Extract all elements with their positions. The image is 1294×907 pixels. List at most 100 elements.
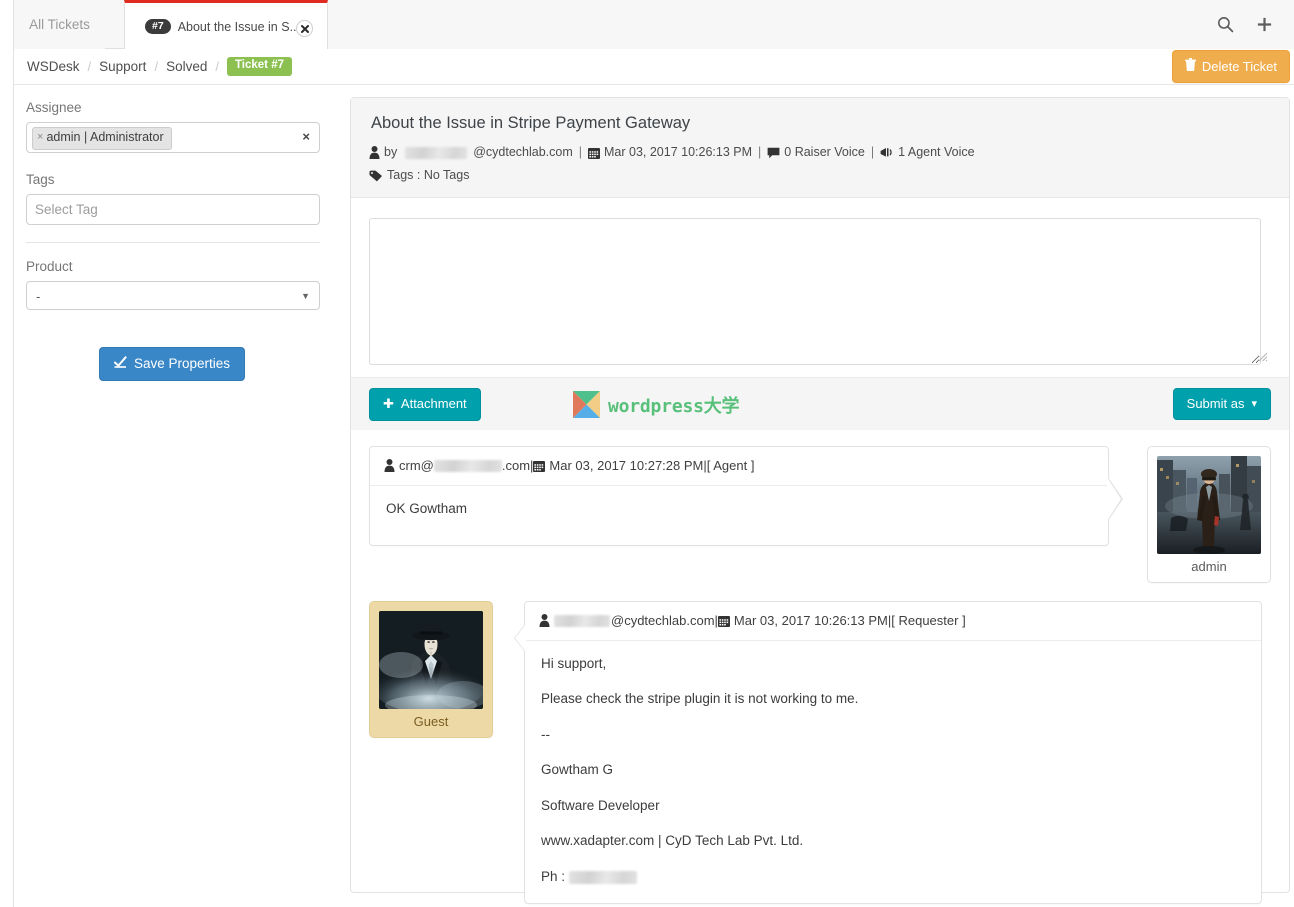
ticket-requester-email: @cydtechlab.com bbox=[473, 145, 573, 159]
sidebar-gap-1 bbox=[26, 153, 320, 172]
message-bubble-agent: crm@ .com | Mar 03, 2017 10:27:28 PM | [… bbox=[369, 446, 1123, 546]
phone-label: Ph : bbox=[541, 868, 569, 884]
user-icon bbox=[369, 146, 380, 159]
ticket-by-prefix: by bbox=[384, 145, 398, 159]
trash-icon bbox=[1184, 58, 1196, 74]
delete-ticket-label: Delete Ticket bbox=[1201, 58, 1277, 74]
delete-ticket-button[interactable]: Delete Ticket bbox=[1171, 50, 1290, 83]
breadcrumb-separator: / bbox=[154, 58, 159, 74]
tab-all-tickets[interactable]: All Tickets bbox=[14, 0, 105, 49]
tab-all-tickets-label: All Tickets bbox=[29, 17, 90, 32]
meta-separator: | bbox=[578, 145, 582, 159]
comment-icon bbox=[767, 147, 780, 159]
calendar-icon bbox=[717, 615, 730, 627]
submit-as-label: Submit as bbox=[1186, 396, 1245, 411]
breadcrumb-separator: / bbox=[215, 58, 219, 74]
plus-icon[interactable] bbox=[1256, 16, 1273, 33]
avatar bbox=[1157, 456, 1261, 554]
reply-textarea[interactable] bbox=[369, 218, 1261, 365]
ticket-properties-sidebar: Assignee × admin | Administrator × Tags … bbox=[26, 100, 320, 381]
avatar-card-guest: Guest bbox=[369, 601, 493, 738]
assignee-label: Assignee bbox=[26, 100, 82, 115]
reply-textarea-wrap bbox=[369, 218, 1271, 365]
message-line: -- bbox=[541, 726, 550, 742]
tags-label: Tags bbox=[26, 172, 55, 187]
redacted-username bbox=[554, 614, 610, 627]
ticket-tags-text: Tags : No Tags bbox=[387, 168, 470, 182]
submit-as-button[interactable]: Submit as ▾ bbox=[1172, 388, 1271, 420]
message-role: [ Agent ] bbox=[706, 458, 755, 473]
chevron-down-icon: ▼ bbox=[301, 291, 310, 301]
message-email-suffix: .com bbox=[501, 458, 531, 473]
avatar-name-guest: Guest bbox=[413, 714, 449, 729]
message-row-requester: Guest @cydtechlab.com | Mar 03, 2017 10:… bbox=[369, 601, 1271, 904]
message-line: OK Gowtham bbox=[386, 500, 468, 516]
ticket-meta-row: by @cydtechlab.com | Mar 03, 2017 10:26:… bbox=[369, 145, 1271, 160]
attachment-button[interactable]: ✚ Attachment bbox=[369, 387, 481, 421]
message-bubble-requester: @cydtechlab.com | Mar 03, 2017 10:26:13 … bbox=[514, 601, 1262, 904]
message-role: [ Requester ] bbox=[891, 613, 966, 628]
wordpress-daxue-watermark: wordpress大学 bbox=[573, 391, 740, 418]
sidebar-divider bbox=[26, 242, 320, 243]
breadcrumb: WSDesk / Support / Solved / Ticket #7 bbox=[27, 57, 292, 76]
wp-x-logo-icon bbox=[573, 391, 600, 418]
bubble-tail-inner bbox=[1107, 477, 1121, 521]
save-properties-label: Save Properties bbox=[134, 356, 231, 371]
assignee-field[interactable]: × admin | Administrator × bbox=[26, 122, 320, 153]
meta-separator: | bbox=[758, 145, 762, 159]
megaphone-icon bbox=[880, 147, 894, 159]
assignee-token[interactable]: × admin | Administrator bbox=[32, 127, 172, 150]
message-date: Mar 03, 2017 10:26:13 PM bbox=[733, 613, 888, 628]
ticket-tags-row: Tags : No Tags bbox=[369, 168, 1271, 183]
message-line: Gowtham G bbox=[541, 762, 614, 778]
save-check-icon bbox=[114, 356, 127, 371]
redacted-username bbox=[405, 146, 468, 159]
tab-ticket-7[interactable]: #7 About the Issue in S... bbox=[124, 0, 328, 50]
ticket-date: Mar 03, 2017 10:26:13 PM bbox=[604, 145, 753, 159]
redacted-domain bbox=[433, 459, 502, 472]
search-icon[interactable] bbox=[1217, 16, 1234, 33]
breadcrumb-item-wsdesk[interactable]: WSDesk bbox=[27, 59, 80, 74]
attachment-label: Attachment bbox=[400, 396, 467, 411]
tab-ticket-title: About the Issue in S... bbox=[177, 19, 300, 34]
avatar-card-admin: admin bbox=[1147, 446, 1271, 583]
tab-ticket-number-badge: #7 bbox=[145, 18, 171, 35]
message-header-agent: crm@ .com | Mar 03, 2017 10:27:28 PM | [… bbox=[370, 447, 1108, 486]
ticket-header: About the Issue in Stripe Payment Gatewa… bbox=[351, 98, 1289, 198]
assignee-token-remove-icon[interactable]: × bbox=[37, 131, 43, 145]
plus-icon: ✚ bbox=[383, 395, 394, 411]
caret-down-icon: ▾ bbox=[1251, 398, 1257, 410]
breadcrumb-item-support[interactable]: Support bbox=[99, 59, 146, 74]
conversation-thread: crm@ .com | Mar 03, 2017 10:27:28 PM | [… bbox=[351, 430, 1289, 904]
product-selected-value: - bbox=[36, 289, 41, 304]
message-line: www.xadapter.com | CyD Tech Lab Pvt. Ltd… bbox=[541, 833, 804, 849]
raiser-voice-count: 0 Raiser Voice bbox=[784, 145, 865, 159]
message-email-prefix: crm@ bbox=[399, 458, 434, 473]
tab-strip-filler bbox=[328, 0, 1294, 49]
wsdesk-ticket-page: All Tickets #7 About the Issue in S... W… bbox=[0, 0, 1294, 907]
composer-toolbar: ✚ Attachment wordpress大学 Submit as ▾ bbox=[351, 377, 1289, 430]
assignee-clear-icon[interactable]: × bbox=[302, 129, 310, 144]
left-rail-divider bbox=[13, 0, 14, 907]
message-header-requester: @cydtechlab.com | Mar 03, 2017 10:26:13 … bbox=[525, 602, 1261, 641]
watermark-text: wordpress大学 bbox=[608, 395, 740, 417]
tab-strip: All Tickets #7 About the Issue in S... bbox=[14, 0, 1294, 50]
tag-icon bbox=[369, 170, 383, 182]
message-line: Hi support, bbox=[541, 655, 607, 671]
breadcrumb-item-solved[interactable]: Solved bbox=[166, 59, 207, 74]
breadcrumb-separator: / bbox=[87, 58, 92, 74]
user-icon bbox=[384, 459, 395, 473]
avatar-name-admin: admin bbox=[1191, 559, 1227, 574]
top-action-icons bbox=[1217, 0, 1286, 49]
message-line-phone: Ph : bbox=[541, 867, 1245, 887]
tab-close-icon[interactable] bbox=[296, 20, 313, 37]
meta-separator: | bbox=[870, 145, 875, 159]
calendar-icon bbox=[533, 460, 546, 472]
tags-field[interactable]: Select Tag bbox=[26, 194, 320, 225]
ticket-main-panel: About the Issue in Stripe Payment Gatewa… bbox=[350, 97, 1290, 904]
message-line: Please check the stripe plugin it is not… bbox=[541, 691, 859, 707]
save-properties-button[interactable]: Save Properties bbox=[99, 347, 246, 381]
breadcrumb-current-badge: Ticket #7 bbox=[226, 57, 292, 76]
product-select[interactable]: - ▼ bbox=[26, 281, 320, 310]
reply-composer: ✚ Attachment wordpress大学 Submit as ▾ bbox=[351, 198, 1289, 430]
